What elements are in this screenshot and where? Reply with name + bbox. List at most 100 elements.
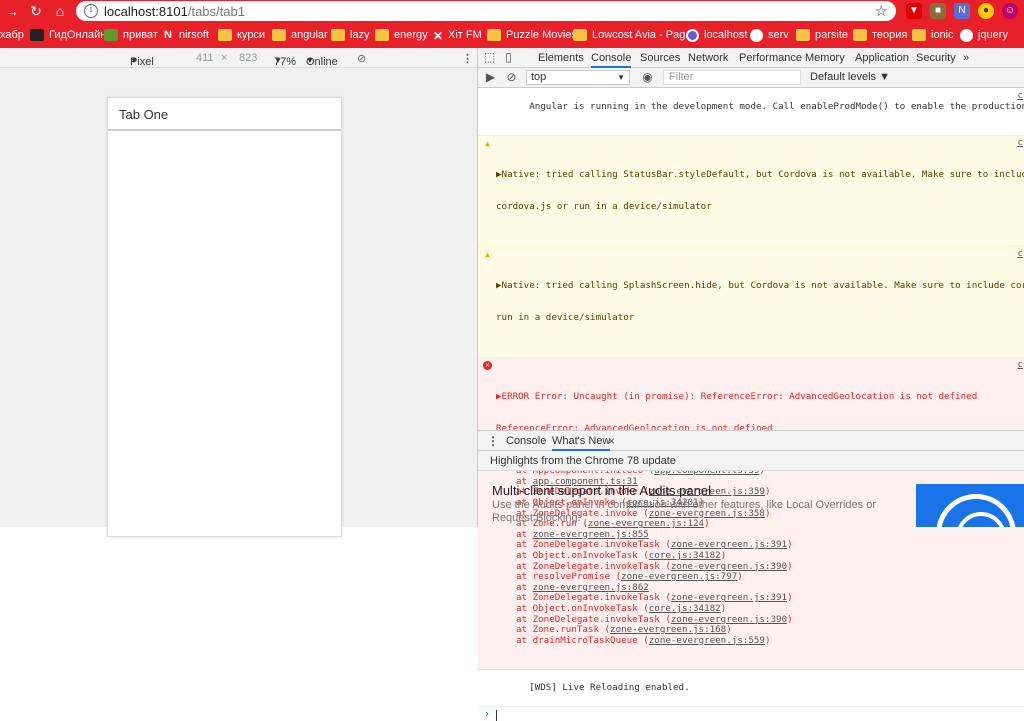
bookmark-jquery[interactable]: jquery <box>960 27 1008 43</box>
sidebar-toggle-icon[interactable]: ▶ <box>484 71 497 84</box>
bookmark-label: теория <box>872 29 908 41</box>
device-toggle-icon[interactable]: ▯ <box>502 51 515 64</box>
stack-frame-link[interactable]: zone-evergreen.js:797 <box>621 571 737 582</box>
bookmark-label: jquery <box>978 29 1008 41</box>
source-link[interactable]: c <box>1017 360 1023 371</box>
whats-new-panel: Highlights from the Chrome 78 update Mul… <box>478 451 1024 527</box>
stack-frame-link[interactable]: zone-evergreen.js:862 <box>533 582 649 593</box>
message-text[interactable]: ▶Native: tried calling StatusBar.styleDe… <box>496 170 1024 181</box>
url-path: /tabs/tab1 <box>187 4 245 19</box>
source-link[interactable]: c <box>1017 249 1023 260</box>
tab-elements[interactable]: Elements <box>538 52 584 64</box>
bookmark-lazy[interactable]: lazy <box>331 27 370 43</box>
dimension-separator: × <box>221 52 228 64</box>
tab-console[interactable]: Console <box>591 52 632 68</box>
clear-console-icon[interactable]: ⊘ <box>505 71 518 84</box>
lowcost-icon <box>573 29 587 41</box>
stack-frame-function: at Zone.runTask ( <box>516 624 611 636</box>
bookmark-localhost[interactable]: localhost <box>686 27 747 43</box>
stack-frame-link[interactable]: zone-evergreen.js:168 <box>610 624 726 635</box>
app-header: Tab One <box>108 98 341 131</box>
drawer-menu-icon[interactable]: ⋮ <box>487 434 499 448</box>
stack-frame-link[interactable]: core.js:34182 <box>649 550 721 561</box>
chevron-down-icon: ▼ <box>306 56 314 65</box>
stack-frame: at drainMicroTaskQueue (zone-evergreen.j… <box>496 635 1021 647</box>
stack-frame-link[interactable]: zone-evergreen.js:390 <box>671 561 787 572</box>
tab-network[interactable]: Network <box>688 52 728 64</box>
bookmark-star-icon[interactable]: ☆ <box>875 2 888 20</box>
stack-frame-link[interactable]: zone-evergreen.js:559 <box>649 635 765 646</box>
drawer-tab-whats-new[interactable]: What's New <box>552 435 611 451</box>
nirsoft-icon: N <box>164 29 172 41</box>
bookmark-serv[interactable]: serv <box>750 27 789 43</box>
stack-frame-end: ) <box>737 571 743 583</box>
bookmark-angular[interactable]: angular <box>272 27 328 43</box>
close-icon[interactable]: × <box>608 434 615 448</box>
bookmark-habr[interactable]: хабр <box>0 27 24 43</box>
stack-frame-function: at Object.onInvokeTask ( <box>516 602 649 614</box>
bookmark-label: Хіт FM <box>448 29 482 41</box>
extension-icon-1[interactable]: ▼ <box>906 3 922 19</box>
stack-frame-link[interactable]: zone-evergreen.js:390 <box>671 614 787 625</box>
bookmark-privat[interactable]: приват <box>104 27 158 43</box>
stack-frame-link[interactable]: zone-evergreen.js:391 <box>671 592 787 604</box>
reload-icon[interactable]: ↻ <box>28 3 44 19</box>
device-height-input[interactable]: 823 <box>239 52 257 64</box>
extension-icon-3[interactable]: N <box>954 3 970 19</box>
folder-icon <box>331 29 345 41</box>
log-levels-select[interactable]: Default levels ▼ <box>810 71 890 83</box>
tab-security[interactable]: Security <box>916 52 956 64</box>
message-text[interactable]: ▶Native: tried calling SplashScreen.hide… <box>496 280 1024 292</box>
error-title[interactable]: ▶ERROR Error: Uncaught (in promise): Ref… <box>496 391 1021 403</box>
bookmark-kursy[interactable]: курси <box>218 27 265 43</box>
forward-arrow-icon[interactable]: → <box>4 3 20 19</box>
localhost-icon <box>686 28 699 42</box>
tab-performance[interactable]: Performance <box>739 52 802 64</box>
bookmark-energy[interactable]: energy <box>375 27 428 43</box>
bookmark-hitfm[interactable]: ✕ Хіт FM <box>433 27 482 43</box>
bookmark-label: energy <box>394 29 428 41</box>
stack-frame-function: at resolvePromise ( <box>516 571 622 583</box>
bookmark-label: приват <box>123 29 158 41</box>
drawer-tab-console[interactable]: Console <box>506 435 546 447</box>
stack-frame-function: at ZoneDelegate.invokeTask ( <box>516 539 671 551</box>
stack-frame-link[interactable]: zone-evergreen.js:855 <box>533 529 649 540</box>
feature-title[interactable]: Multi-client support in the Audits panel <box>492 483 711 498</box>
more-tabs-button[interactable]: » <box>963 52 969 64</box>
bookmark-gidonline[interactable]: ГидОнлайн <box>30 27 106 43</box>
console-output: Angular is running in the development mo… <box>478 89 1024 721</box>
device-viewport: Tab One <box>0 68 477 537</box>
bookmark-teoriya[interactable]: теория <box>853 27 907 43</box>
stack-frame-link[interactable]: core.js:34182 <box>649 603 721 614</box>
globe-icon <box>750 28 763 42</box>
filter-input[interactable]: Filter <box>663 70 801 85</box>
info-icon[interactable]: i <box>84 4 98 18</box>
bookmark-parsite[interactable]: parsite <box>796 27 848 43</box>
source-link[interactable]: c <box>1017 138 1023 149</box>
tab-memory[interactable]: Memory <box>805 52 845 64</box>
bookmark-puzzle-movies[interactable]: Puzzle Movies <box>487 27 577 43</box>
warning-icon: ▲ <box>485 250 490 260</box>
bookmark-ionic[interactable]: ionic <box>912 27 954 43</box>
bookmark-nirsoft[interactable]: Nnirsoft <box>164 27 209 43</box>
bookmarks-bar: хабр ГидОнлайн приват Nnirsoft курси ang… <box>0 24 1024 46</box>
extension-icon-2[interactable]: ■ <box>930 3 946 19</box>
eye-icon[interactable]: ◉ <box>641 71 654 84</box>
stack-frame-link[interactable]: zone-evergreen.js:391 <box>671 539 787 551</box>
bookmark-lowcost-avia[interactable]: Lowcost Avia - Pag... <box>573 27 695 43</box>
more-options-icon[interactable]: ⋮ <box>462 52 473 65</box>
device-width-input[interactable]: 411 <box>196 52 214 64</box>
address-bar[interactable]: i localhost:8101/tabs/tab1 ☆ <box>76 1 896 21</box>
tab-sources[interactable]: Sources <box>640 52 680 64</box>
inspect-element-icon[interactable]: ⬚ <box>483 51 496 64</box>
source-link[interactable]: c <box>1017 90 1023 102</box>
stack-frame-function: at ZoneDelegate.invokeTask ( <box>516 592 671 604</box>
tab-application[interactable]: Application <box>855 52 909 64</box>
rotate-icon[interactable]: ⊘ <box>357 52 366 65</box>
console-prompt[interactable]: › <box>478 707 1024 721</box>
context-select[interactable]: top ▼ <box>526 70 630 85</box>
url-text[interactable]: localhost:8101/tabs/tab1 <box>104 4 245 19</box>
profile-avatar[interactable]: ☺ <box>1002 3 1018 19</box>
extension-icon-4[interactable]: ● <box>978 3 994 19</box>
home-icon[interactable]: ⌂ <box>52 3 68 19</box>
